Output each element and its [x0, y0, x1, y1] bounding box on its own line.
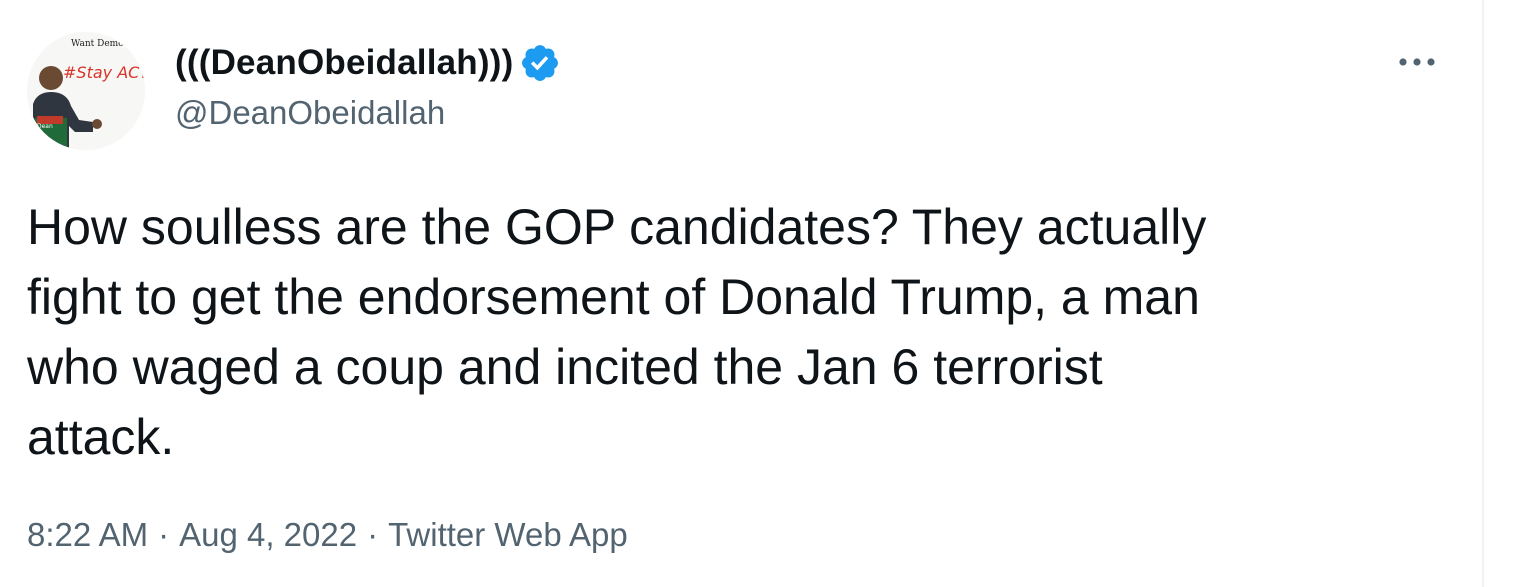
meta-separator-2: ·	[367, 516, 379, 553]
tweet-source[interactable]: Twitter Web App	[388, 510, 628, 560]
column-divider	[1482, 0, 1484, 587]
profile-avatar[interactable]: Want Democracy? #Stay ACTIVE! Dean	[27, 32, 145, 150]
tweet-card: Want Democracy? #Stay ACTIVE! Dean (((De…	[0, 0, 1482, 587]
meta-separator: ·	[158, 516, 170, 553]
avatar-text-top: Want Democracy?	[71, 39, 145, 49]
author-display-name[interactable]: (((DeanObeidallah)))	[175, 40, 513, 86]
more-horizontal-icon	[1399, 58, 1435, 66]
tweet-metadata: 8:22 AM · Aug 4, 2022 · Twitter Web App	[27, 510, 628, 560]
avatar-image: Want Democracy? #Stay ACTIVE! Dean	[27, 32, 145, 150]
more-options-button[interactable]	[1394, 46, 1440, 78]
tweet-text: How soulless are the GOP candidates? The…	[27, 199, 1207, 465]
avatar-text-main: #Stay ACTIVE!	[63, 63, 145, 82]
tweet-date[interactable]: Aug 4, 2022	[179, 510, 357, 560]
author-handle[interactable]: @DeanObeidallah	[175, 91, 445, 135]
avatar-text-badge: Dean	[37, 123, 53, 130]
author-name-row: (((DeanObeidallah)))	[175, 40, 561, 86]
tweet-time[interactable]: 8:22 AM	[27, 510, 148, 560]
verified-badge-icon	[519, 42, 561, 84]
